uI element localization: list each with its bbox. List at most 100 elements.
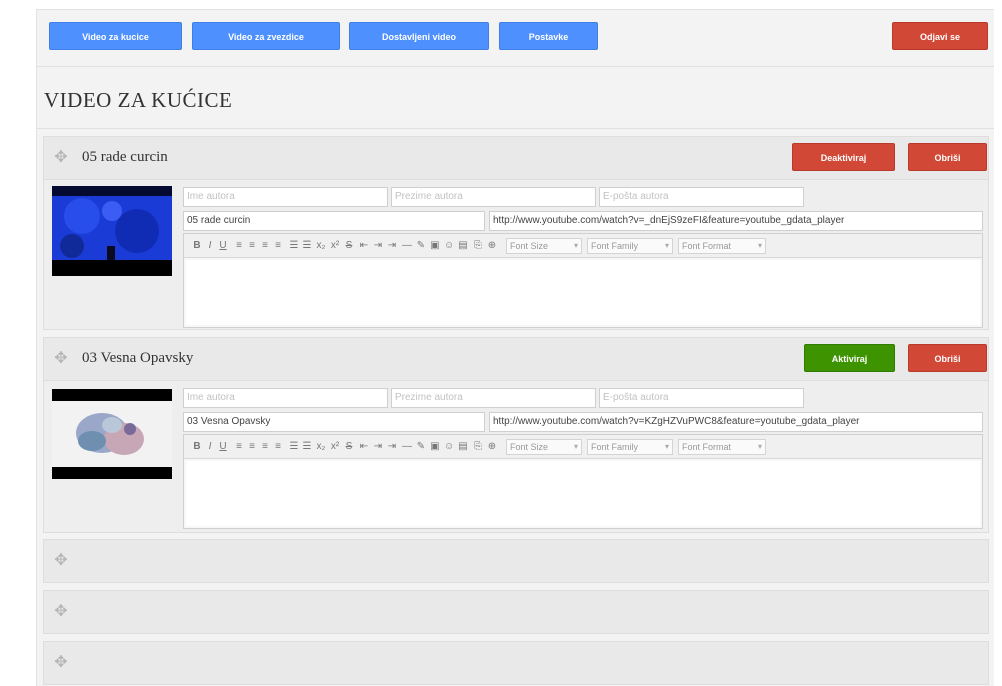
italic-icon[interactable]: I [205, 441, 215, 452]
bold-icon[interactable]: B [192, 441, 202, 452]
video-panel-body: Ime autora Prezime autora E-pošta autora… [43, 381, 989, 533]
indent-more-icon[interactable]: ⇥ [387, 441, 397, 452]
video-url-input[interactable]: http://www.youtube.com/watch?v=_dnEjS9ze… [489, 211, 983, 231]
video-panel-body: Ime autora Prezime autora E-pošta autora… [43, 180, 989, 330]
emoticon-icon[interactable]: ☺ [444, 240, 454, 251]
editor-content-area[interactable] [186, 260, 980, 325]
align-justify-icon[interactable]: ≡ [273, 441, 283, 452]
drag-plus-icon[interactable]: ✥ [54, 351, 68, 367]
underline-icon[interactable]: U [218, 240, 228, 251]
numbered-list-icon[interactable]: ☰ [302, 441, 312, 452]
font-family-select[interactable]: Font Family ▾ [587, 439, 673, 455]
align-left-icon[interactable]: ≡ [234, 441, 244, 452]
top-divider [37, 66, 994, 67]
outdent-icon[interactable]: ⇤ [359, 240, 369, 251]
chevron-down-icon: ▾ [573, 442, 578, 451]
thumbnail-image [52, 389, 172, 479]
top-nav: Video za kucice Video za zvezdice Dostav… [37, 10, 994, 62]
align-center-icon[interactable]: ≡ [247, 441, 257, 452]
empty-video-panel[interactable]: ✥ [43, 641, 989, 685]
image-icon[interactable]: ▣ [430, 441, 440, 452]
align-right-icon[interactable]: ≡ [260, 240, 270, 251]
superscript-icon[interactable]: x² [330, 441, 340, 452]
chevron-down-icon: ▾ [573, 241, 578, 250]
logout-button[interactable]: Odjavi se [892, 22, 988, 50]
emoticon-icon[interactable]: ☺ [444, 441, 454, 452]
indent-icon[interactable]: ⇥ [373, 441, 383, 452]
empty-video-panel[interactable]: ✥ [43, 539, 989, 583]
numbered-list-icon[interactable]: ☰ [302, 240, 312, 251]
drag-plus-icon[interactable]: ✥ [54, 150, 68, 166]
superscript-icon[interactable]: x² [330, 240, 340, 251]
deactivate-button[interactable]: Deaktiviraj [792, 143, 895, 171]
align-justify-icon[interactable]: ≡ [273, 240, 283, 251]
horizontal-rule-icon[interactable]: — [402, 441, 412, 452]
nav-postavke-button[interactable]: Postavke [499, 22, 598, 50]
author-first-name-input[interactable]: Ime autora [183, 187, 388, 207]
align-left-icon[interactable]: ≡ [234, 240, 244, 251]
drag-plus-icon[interactable]: ✥ [54, 655, 68, 671]
font-size-label: Font Size [510, 241, 549, 251]
video-thumbnail[interactable] [52, 186, 172, 276]
horizontal-rule-icon[interactable]: — [402, 240, 412, 251]
chevron-down-icon: ▾ [757, 241, 762, 250]
drag-plus-icon[interactable]: ✥ [54, 553, 68, 569]
underline-icon[interactable]: U [218, 441, 228, 452]
edit-icon[interactable]: ✎ [416, 240, 426, 251]
drag-plus-icon[interactable]: ✥ [54, 604, 68, 620]
image-icon[interactable]: ▣ [430, 240, 440, 251]
author-last-name-input[interactable]: Prezime autora [391, 388, 596, 408]
description-editor[interactable]: B I U ≡ ≡ ≡ ≡ ☰ ☰ x₂ x² S ⇤ ⇥ ⇥ — ✎ ▣ ☺ … [183, 434, 983, 529]
bold-icon[interactable]: B [192, 240, 202, 251]
bullet-list-icon[interactable]: ☰ [289, 240, 299, 251]
chevron-down-icon: ▾ [757, 442, 762, 451]
author-first-name-input[interactable]: Ime autora [183, 388, 388, 408]
video-name-input[interactable]: 03 Vesna Opavsky [183, 412, 485, 432]
author-last-name-input[interactable]: Prezime autora [391, 187, 596, 207]
strikethrough-icon[interactable]: S [344, 441, 354, 452]
align-right-icon[interactable]: ≡ [260, 441, 270, 452]
font-format-label: Font Format [682, 241, 732, 251]
font-format-select[interactable]: Font Format ▾ [678, 439, 766, 455]
align-center-icon[interactable]: ≡ [247, 240, 257, 251]
subscript-icon[interactable]: x₂ [316, 441, 326, 452]
link-icon[interactable]: ⊕ [487, 441, 497, 452]
video-title: 03 Vesna Opavsky [82, 350, 194, 366]
edit-icon[interactable]: ✎ [416, 441, 426, 452]
nav-video-kucice-button[interactable]: Video za kucice [49, 22, 182, 50]
outdent-icon[interactable]: ⇤ [359, 441, 369, 452]
copy-icon[interactable]: ⎘ [473, 441, 483, 452]
font-size-select[interactable]: Font Size ▾ [506, 238, 582, 254]
video-name-input[interactable]: 05 rade curcin [183, 211, 485, 231]
font-format-select[interactable]: Font Format ▾ [678, 238, 766, 254]
activate-button[interactable]: Aktiviraj [804, 344, 895, 372]
font-family-label: Font Family [591, 241, 639, 251]
table-icon[interactable]: ▤ [458, 240, 468, 251]
indent-icon[interactable]: ⇥ [373, 240, 383, 251]
delete-button[interactable]: Obriši [908, 344, 987, 372]
subscript-icon[interactable]: x₂ [316, 240, 326, 251]
table-icon[interactable]: ▤ [458, 441, 468, 452]
delete-button[interactable]: Obriši [908, 143, 987, 171]
editor-content-area[interactable] [186, 461, 980, 526]
font-size-label: Font Size [510, 442, 549, 452]
author-email-input[interactable]: E-pošta autora [599, 187, 804, 207]
author-email-input[interactable]: E-pošta autora [599, 388, 804, 408]
strikethrough-icon[interactable]: S [344, 240, 354, 251]
font-family-select[interactable]: Font Family ▾ [587, 238, 673, 254]
font-size-select[interactable]: Font Size ▾ [506, 439, 582, 455]
chevron-down-icon: ▾ [664, 442, 669, 451]
video-url-input[interactable]: http://www.youtube.com/watch?v=KZgHZVuPW… [489, 412, 983, 432]
nav-video-zvezdice-button[interactable]: Video za zvezdice [192, 22, 340, 50]
italic-icon[interactable]: I [205, 240, 215, 251]
copy-icon[interactable]: ⎘ [473, 240, 483, 251]
bullet-list-icon[interactable]: ☰ [289, 441, 299, 452]
video-panel-header[interactable]: ✥ 05 rade curcin Deaktiviraj Obriši [43, 136, 989, 180]
empty-video-panel[interactable]: ✥ [43, 590, 989, 634]
description-editor[interactable]: B I U ≡ ≡ ≡ ≡ ☰ ☰ x₂ x² S ⇤ ⇥ ⇥ — ✎ ▣ ☺ … [183, 233, 983, 328]
indent-more-icon[interactable]: ⇥ [387, 240, 397, 251]
video-thumbnail[interactable] [52, 389, 172, 479]
video-panel-header[interactable]: ✥ 03 Vesna Opavsky Aktiviraj Obriši [43, 337, 989, 381]
nav-dostavljeni-video-button[interactable]: Dostavljeni video [349, 22, 489, 50]
link-icon[interactable]: ⊕ [487, 240, 497, 251]
